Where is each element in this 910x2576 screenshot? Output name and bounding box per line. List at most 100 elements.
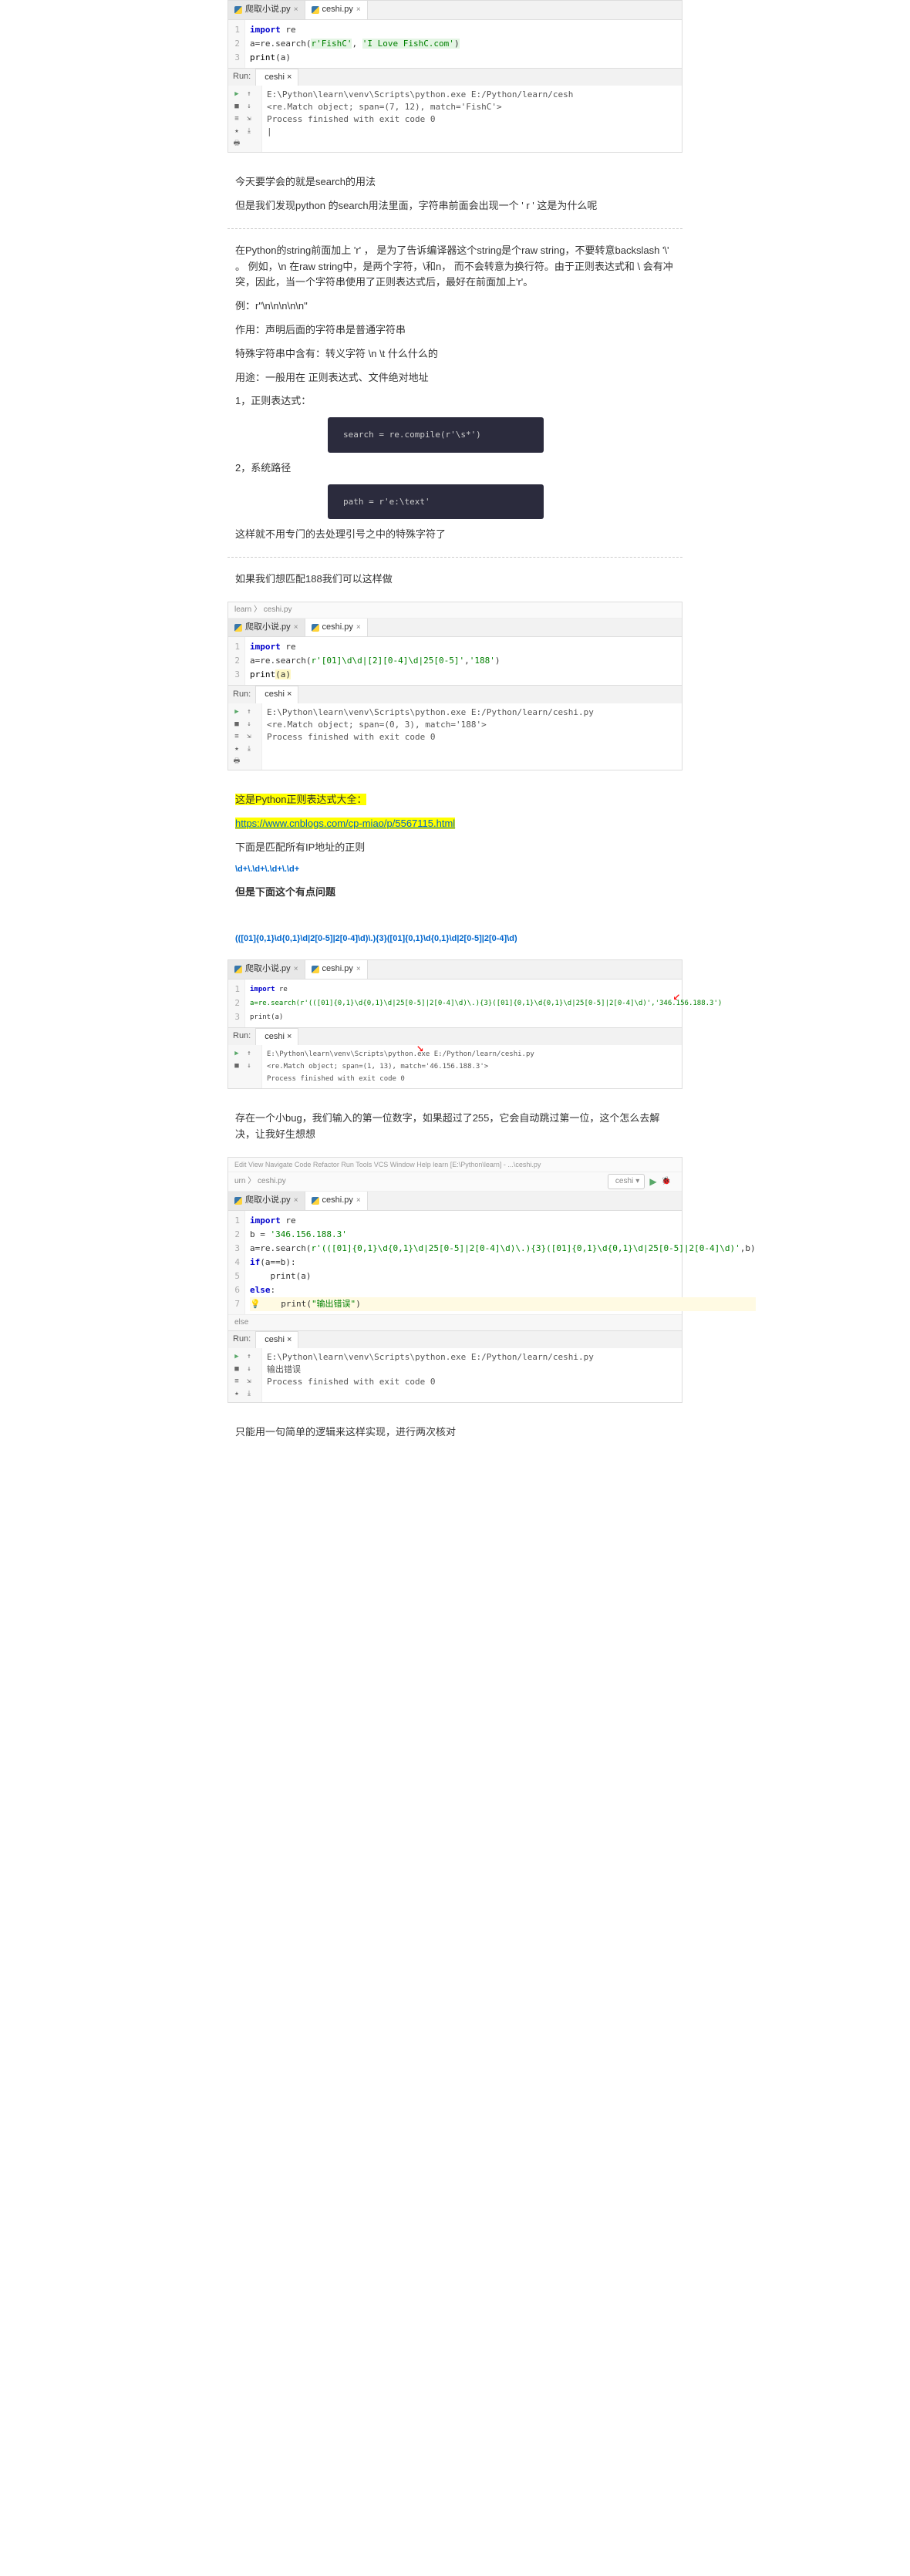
console: ▶↑ ■↓ E:\Python\learn\venv\Scripts\pytho… — [228, 1045, 682, 1088]
editor-tabs: 爬取小说.py× ceshi.py× — [228, 960, 682, 979]
wrap-icon[interactable]: ⇲ — [244, 731, 254, 742]
line-gutter: 1234567 — [228, 1211, 245, 1314]
up-icon[interactable]: ↑ — [244, 89, 254, 99]
pin-icon[interactable]: ★ — [231, 743, 242, 754]
down-icon[interactable]: ↓ — [244, 101, 254, 112]
layout-icon[interactable]: ≡ — [231, 731, 242, 742]
layout-icon[interactable]: ≡ — [231, 1376, 242, 1387]
python-icon — [234, 1197, 242, 1205]
close-icon[interactable]: × — [287, 1030, 292, 1044]
code-editor[interactable]: 123 import re a=re.search(r'FishC', 'I L… — [228, 20, 682, 68]
tab-file-2[interactable]: ceshi.py× — [305, 960, 368, 979]
line-gutter: 123 — [228, 979, 245, 1027]
python-icon — [312, 6, 319, 14]
paragraph: 如果我们想匹配188我们可以这样做 — [235, 572, 675, 588]
run-icon[interactable]: ▶ — [231, 706, 242, 717]
close-icon[interactable]: × — [287, 1334, 292, 1347]
close-icon[interactable]: × — [356, 622, 361, 634]
run-icon[interactable]: ▶ — [231, 1048, 242, 1059]
paragraph: 作用：声明后面的字符串是普通字符串 — [235, 322, 675, 339]
run-icon[interactable]: ▶ — [231, 89, 242, 99]
scroll-icon[interactable]: ⤓ — [244, 743, 254, 754]
code-snippet-regex: search = re.compile(r'\s*') — [328, 417, 544, 453]
paragraph: 在Python的string前面加上 'r' ， 是为了告诉编译器这个strin… — [235, 243, 675, 291]
python-icon — [234, 624, 242, 632]
down-icon[interactable]: ↓ — [244, 719, 254, 730]
scroll-icon[interactable]: ⤓ — [244, 1388, 254, 1399]
close-icon[interactable]: × — [356, 963, 361, 976]
close-icon[interactable]: × — [287, 71, 292, 85]
code-content: import re b = '346.156.188.3' a=re.searc… — [245, 1211, 760, 1314]
console-output: E:\Python\learn\venv\Scripts\python.exe … — [262, 86, 682, 152]
stop-icon[interactable]: ■ — [231, 1060, 242, 1071]
close-icon[interactable]: × — [356, 4, 361, 16]
console-toolbar: ▶↑ ■↓ — [228, 1045, 262, 1088]
arrow-annotation-icon: ↘ — [416, 1037, 424, 1057]
tab-file-2[interactable]: ceshi.py× — [305, 1192, 368, 1210]
print-icon[interactable]: 🖶 — [231, 138, 242, 149]
print-icon[interactable]: 🖶 — [231, 756, 242, 767]
run-icon[interactable]: ▶ — [231, 1351, 242, 1362]
status-bar: else — [228, 1314, 682, 1330]
wrap-icon[interactable]: ⇲ — [244, 113, 254, 124]
run-tab[interactable]: ceshi× — [255, 1331, 298, 1349]
stop-icon[interactable]: ■ — [231, 719, 242, 730]
wrap-icon[interactable]: ⇲ — [244, 1376, 254, 1387]
console-output: E:\Python\learn\venv\Scripts\python.exe … — [262, 1045, 682, 1088]
editor-tabs: 爬取小说.py× ceshi.py× — [228, 1192, 682, 1211]
debug-icon[interactable]: 🐞 — [662, 1175, 671, 1188]
editor-tabs: 爬取小说.py× ceshi.py× — [228, 1, 682, 20]
highlight-text: 这是Python正则表达式大全： — [235, 792, 675, 808]
paragraph: 但是下面这个有点问题 — [235, 885, 675, 901]
regex-reference-link[interactable]: https://www.cnblogs.com/cp-miao/p/556711… — [235, 818, 455, 829]
down-icon[interactable]: ↓ — [244, 1364, 254, 1374]
close-icon[interactable]: × — [294, 4, 298, 16]
pin-icon[interactable]: ★ — [231, 1388, 242, 1399]
console: ▶↑ ■↓ ≡⇲ ★⤓ E:\Python\learn\venv\Scripts… — [228, 1348, 682, 1402]
paragraph: 这样就不用专门的去处理引号之中的特殊字符了 — [235, 527, 675, 543]
run-label: Run: — [228, 1331, 255, 1348]
breadcrumb: learn 〉 ceshi.py — [228, 602, 682, 619]
tab-label: 爬取小说.py — [245, 3, 291, 17]
pin-icon[interactable]: ★ — [231, 126, 242, 137]
code-editor[interactable]: 123 import re a=re.search(r'(([01]{0,1}\… — [228, 979, 682, 1027]
console-toolbar: ▶↑ ■↓ ≡⇲ ★⤓ 🖶 — [228, 703, 262, 770]
bulb-icon[interactable]: 💡 — [250, 1299, 261, 1309]
layout-icon[interactable]: ≡ — [231, 113, 242, 124]
stop-icon[interactable]: ■ — [231, 101, 242, 112]
console-output: E:\Python\learn\venv\Scripts\python.exe … — [262, 703, 682, 770]
run-toolbar: Run: ceshi× — [228, 685, 682, 703]
console-output: E:\Python\learn\venv\Scripts\python.exe … — [262, 1348, 682, 1402]
run-tab[interactable]: ceshi× — [255, 686, 298, 703]
scroll-icon[interactable]: ⤓ — [244, 126, 254, 137]
editor-tabs: 爬取小说.py× ceshi.py× — [228, 619, 682, 638]
up-icon[interactable]: ↑ — [244, 1048, 254, 1059]
tab-file-1[interactable]: 爬取小说.py× — [228, 1, 305, 19]
up-icon[interactable]: ↑ — [244, 706, 254, 717]
tab-file-2[interactable]: ceshi.py× — [305, 619, 368, 637]
code-editor[interactable]: 123 import re a=re.search(r'[01]\d\d|[2]… — [228, 637, 682, 685]
run-label: Run: — [228, 69, 255, 86]
run-tab[interactable]: ceshi× — [255, 69, 298, 86]
tab-file-1[interactable]: 爬取小说.py× — [228, 1192, 305, 1210]
run-tab[interactable]: ceshi× — [255, 1028, 298, 1046]
close-icon[interactable]: × — [287, 688, 292, 702]
run-button-icon[interactable]: ▶ — [649, 1175, 656, 1189]
down-icon[interactable]: ↓ — [244, 1060, 254, 1071]
up-icon[interactable]: ↑ — [244, 1351, 254, 1362]
run-label: Run: — [228, 686, 255, 703]
close-icon[interactable]: × — [294, 622, 298, 634]
tab-file-1[interactable]: 爬取小说.py× — [228, 619, 305, 637]
close-icon[interactable]: × — [294, 963, 298, 976]
stop-icon[interactable]: ■ — [231, 1364, 242, 1374]
tab-file-1[interactable]: 爬取小说.py× — [228, 960, 305, 979]
paragraph: 2，系统路径 — [235, 460, 675, 477]
ide-block-1: 爬取小说.py× ceshi.py× 123 import re a=re.se… — [228, 0, 682, 153]
close-icon[interactable]: × — [356, 1195, 361, 1207]
close-icon[interactable]: × — [294, 1195, 298, 1207]
paragraph: 只能用一句简单的逻辑来这样实现，进行两次核对 — [235, 1425, 675, 1441]
tab-file-2[interactable]: ceshi.py× — [305, 1, 368, 19]
run-config-dropdown[interactable]: ceshi ▾ — [608, 1174, 645, 1189]
code-editor[interactable]: 1234567 import re b = '346.156.188.3' a=… — [228, 1211, 682, 1314]
breadcrumb: urn 〉 ceshi.py ceshi ▾ ▶ 🐞 — [228, 1172, 682, 1192]
